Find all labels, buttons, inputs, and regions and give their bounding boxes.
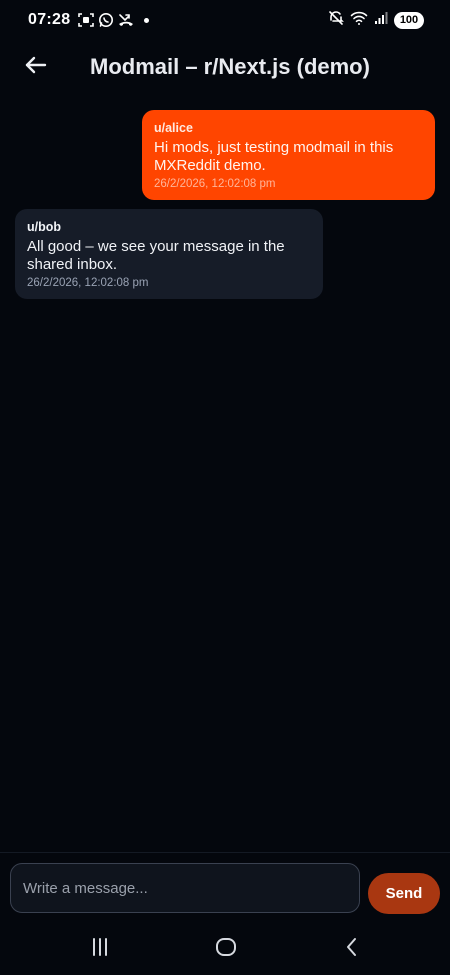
status-time: 07:28 [28, 11, 71, 28]
message-timestamp: 26/2/2026, 12:02:08 pm [154, 178, 276, 190]
chevron-left-icon [343, 936, 361, 963]
wifi-icon [350, 10, 368, 31]
recent-apps-button[interactable] [85, 936, 115, 962]
status-right: 100 [328, 10, 424, 31]
battery-icon: 100 [394, 11, 424, 29]
message-author: u/alice [154, 121, 193, 135]
signal-icon [374, 11, 388, 30]
app-bar: Modmail – r/Next.js (demo) [0, 40, 450, 96]
system-nav-bar [0, 922, 450, 975]
status-bar: 07:28 100 [0, 0, 450, 40]
message-text: All good – we see your message in the sh… [27, 238, 285, 273]
arrow-left-icon [24, 53, 48, 82]
mute-icon [328, 10, 344, 31]
whatsapp-icon [98, 12, 114, 28]
screen: 07:28 100 Modmail – r/Next.js (demo) u/a… [0, 0, 450, 975]
message-text: Hi mods, just testing modmail in this MX… [154, 139, 394, 174]
message-author: u/bob [27, 220, 62, 234]
recent-apps-icon [89, 937, 111, 962]
missed-call-icon [118, 12, 134, 28]
system-back-button[interactable] [337, 936, 367, 962]
notification-icons [78, 12, 150, 28]
message-input[interactable] [10, 863, 360, 913]
screenshot-icon [78, 12, 95, 28]
message-list[interactable]: u/alice Hi mods, just testing modmail in… [0, 96, 450, 852]
more-notifications-dot [144, 17, 150, 23]
composer: Send [0, 852, 450, 922]
home-button[interactable] [211, 936, 241, 962]
back-button[interactable] [22, 53, 50, 81]
message-timestamp: 26/2/2026, 12:02:08 pm [27, 277, 149, 289]
status-left: 07:28 [28, 11, 150, 29]
message-bubble-incoming[interactable]: u/bob All good – we see your message in … [15, 209, 323, 299]
send-button[interactable]: Send [368, 873, 440, 914]
message-bubble-outgoing[interactable]: u/alice Hi mods, just testing modmail in… [142, 110, 435, 200]
home-icon [214, 936, 238, 963]
page-title: Modmail – r/Next.js (demo) [90, 54, 370, 79]
